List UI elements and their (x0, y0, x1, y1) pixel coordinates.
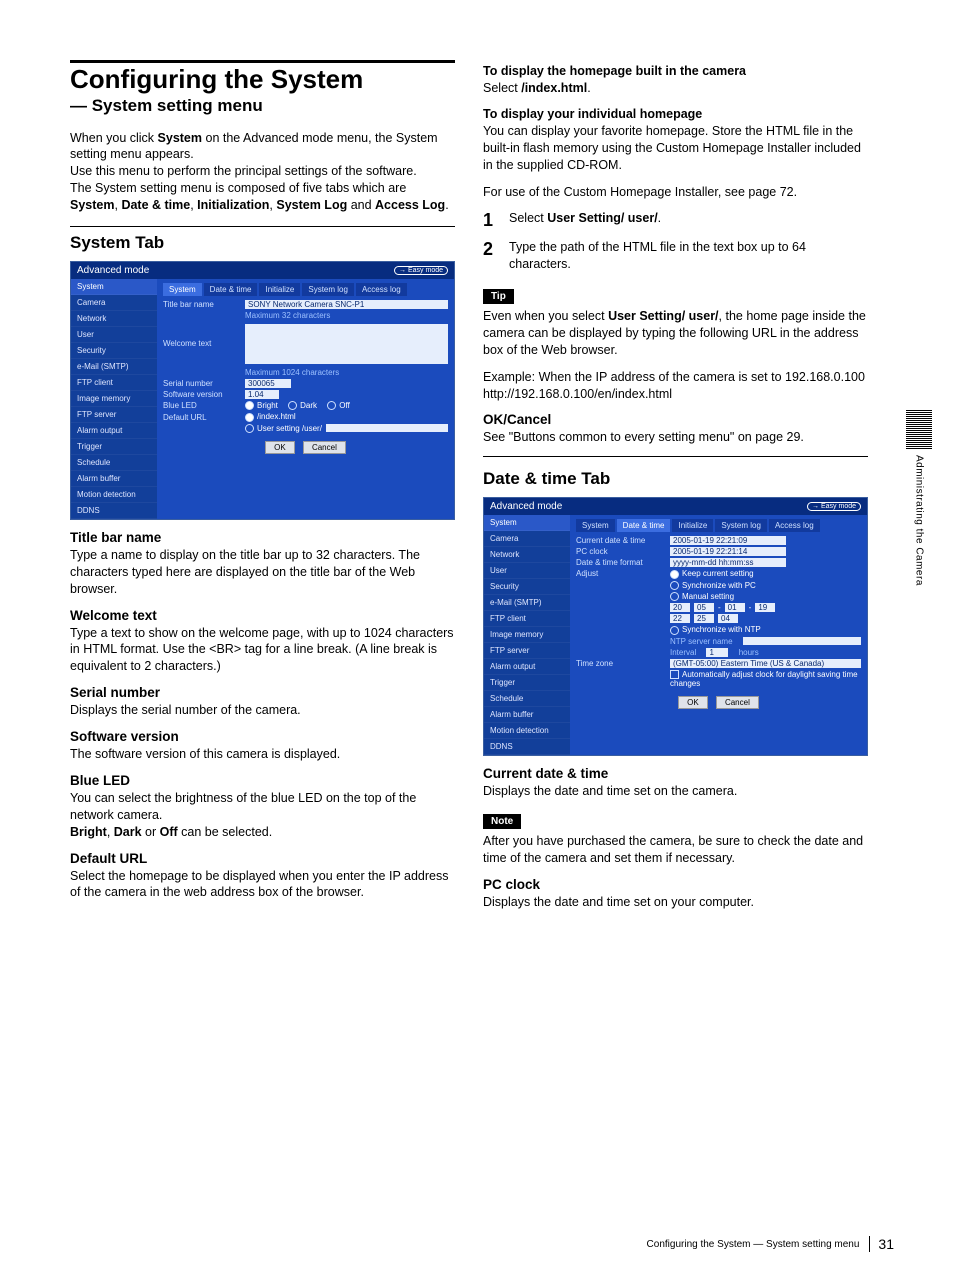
intro-text: When you click System on the Advanced mo… (70, 130, 455, 214)
side-item: Motion detection (71, 487, 157, 503)
page-footer: Configuring the System — System setting … (647, 1236, 894, 1252)
tip-p1: Even when you select User Setting/ user/… (483, 308, 868, 359)
okcancel-h: OK/Cancel (483, 412, 868, 427)
shot-sidebar: System Camera Network User Security e-Ma… (71, 279, 157, 519)
page-number: 31 (869, 1236, 894, 1252)
pcclock-h: PC clock (483, 877, 868, 892)
side-item: Camera (71, 295, 157, 311)
side-item: Security (71, 343, 157, 359)
side-item: Image memory (71, 391, 157, 407)
note-label: Note (483, 814, 521, 829)
date-tab-screenshot: Advanced mode → Easy mode System Camera … (483, 497, 868, 756)
shot-mode: Advanced mode (77, 265, 149, 276)
title-bar-name-p: Type a name to display on the title bar … (70, 547, 455, 598)
page-subtitle: — System setting menu (70, 96, 455, 116)
tip-example: Example: When the IP address of the came… (483, 369, 868, 403)
home-own-h: To display your individual homepage (483, 107, 868, 121)
home-built-h: To display the homepage built in the cam… (483, 64, 868, 78)
side-item: Network (71, 311, 157, 327)
swver-h: Software version (70, 729, 455, 744)
step-2: 2Type the path of the HTML file in the t… (483, 239, 868, 283)
side-item: FTP server (71, 407, 157, 423)
page-title: Configuring the System (70, 65, 455, 94)
side-item: DDNS (71, 503, 157, 519)
defurl-h: Default URL (70, 851, 455, 866)
blueled-h: Blue LED (70, 773, 455, 788)
cur-p: Displays the date and time set on the ca… (483, 783, 868, 800)
side-item: Schedule (71, 455, 157, 471)
defurl-p: Select the homepage to be displayed when… (70, 868, 455, 902)
side-item: Alarm output (71, 423, 157, 439)
chapter-tab: Administrating the Camera (906, 410, 932, 586)
pcclock-p: Displays the date and time set on your c… (483, 894, 868, 911)
cancel-button: Cancel (303, 441, 346, 454)
side-item: System (71, 279, 157, 295)
okcancel-p: See "Buttons common to every setting men… (483, 429, 868, 446)
welcome-box (245, 324, 448, 364)
side-item: FTP client (71, 375, 157, 391)
shot-tabs: System Date & time Initialize System log… (163, 283, 448, 296)
side-item: User (71, 327, 157, 343)
serial-h: Serial number (70, 685, 455, 700)
blueled-p: You can select the brightness of the blu… (70, 790, 455, 841)
system-tab-heading: System Tab (70, 226, 455, 255)
home-own-p2: For use of the Custom Homepage Installer… (483, 184, 868, 201)
step-1: 1Select User Setting/ user/. (483, 210, 868, 237)
tip-label: Tip (483, 289, 514, 304)
side-item: Alarm buffer (71, 471, 157, 487)
welcome-p: Type a text to show on the welcome page,… (70, 625, 455, 676)
home-own-p1: You can display your favorite homepage. … (483, 123, 868, 174)
serial-p: Displays the serial number of the camera… (70, 702, 455, 719)
home-built-p: Select /index.html. (483, 80, 868, 97)
date-tab-heading: Date & time Tab (483, 469, 868, 491)
side-item: e-Mail (SMTP) (71, 359, 157, 375)
title-bar-name-h: Title bar name (70, 530, 455, 545)
swver-p: The software version of this camera is d… (70, 746, 455, 763)
welcome-h: Welcome text (70, 608, 455, 623)
side-item: Trigger (71, 439, 157, 455)
ok-button: OK (265, 441, 295, 454)
note-p: After you have purchased the camera, be … (483, 833, 868, 867)
easy-mode-pill: → Easy mode (394, 266, 448, 275)
system-tab-screenshot: Advanced mode → Easy mode System Camera … (70, 261, 455, 520)
section-rule (70, 60, 455, 63)
cur-h: Current date & time (483, 766, 868, 781)
